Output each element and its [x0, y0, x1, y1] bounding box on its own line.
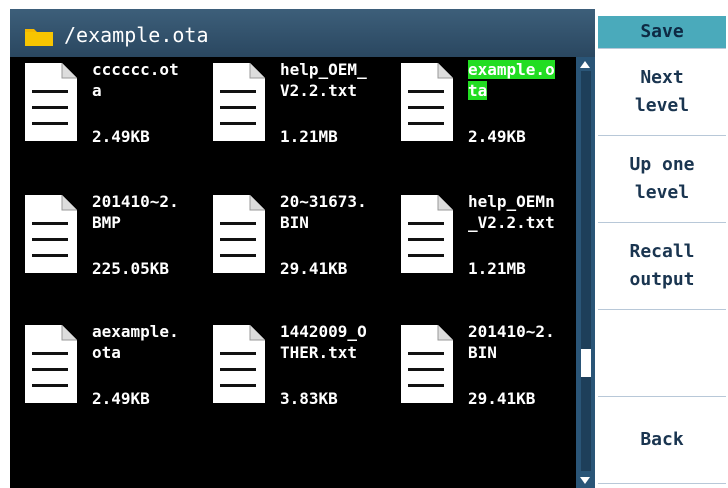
next-level-button[interactable]: Next level [598, 49, 726, 136]
file-size: 2.49KB [92, 127, 150, 146]
scroll-down-arrow-icon[interactable] [580, 477, 590, 484]
file-size: 1.21MB [468, 259, 526, 278]
document-icon [25, 325, 77, 403]
scrollbar-thumb[interactable] [581, 349, 591, 377]
path-bar: /example.ota [10, 9, 595, 57]
file-name: 20~31673. BIN [280, 192, 367, 232]
document-icon [213, 63, 265, 141]
file-size: 1.21MB [280, 127, 338, 146]
file-item[interactable]: help_OEMn _V2.2.txt 1.21MB [386, 189, 574, 309]
file-item[interactable]: 20~31673. BIN 29.41KB [198, 189, 386, 309]
file-name: help_OEM_ V2.2.txt [280, 60, 367, 100]
file-item[interactable]: cccccc.ot a 2.49KB [10, 57, 198, 177]
folder-icon [25, 29, 53, 46]
menu-title-save: Save [598, 16, 726, 49]
file-size: 225.05KB [92, 259, 170, 278]
document-icon [213, 325, 265, 403]
file-item[interactable]: 201410~2. BMP 225.05KB [10, 189, 198, 309]
document-icon [401, 63, 453, 141]
file-item[interactable]: example.o ta 2.49KB [386, 57, 574, 177]
file-name: help_OEMn _V2.2.txt [468, 192, 555, 232]
up-one-level-button[interactable]: Up one level [598, 136, 726, 223]
file-grid: cccccc.ot a 2.49KB help_OEM_ V2.2.txt 1.21M… [10, 57, 576, 476]
softkey-menu: Save Next level Up one level Recall outp… [598, 0, 728, 488]
scrollbar[interactable] [576, 57, 595, 488]
document-icon [25, 195, 77, 273]
document-icon [401, 195, 453, 273]
file-name: 201410~2. BIN [468, 322, 555, 362]
file-name: aexample. ota [92, 322, 179, 362]
recall-output-button[interactable]: Recall output [598, 223, 726, 310]
file-size: 3.83KB [280, 389, 338, 408]
file-size: 29.41KB [468, 389, 536, 408]
file-size: 2.49KB [92, 389, 150, 408]
scrollbar-track[interactable] [581, 71, 591, 471]
file-name: 201410~2. BMP [92, 192, 179, 232]
file-name: example.o ta [468, 60, 555, 100]
file-item[interactable]: aexample. ota 2.49KB [10, 319, 198, 439]
blank-softkey[interactable] [598, 310, 726, 397]
file-item[interactable]: 201410~2. BIN 29.41KB [386, 319, 574, 439]
document-icon [401, 325, 453, 403]
file-item[interactable]: 1442009_O THER.txt 3.83KB [198, 319, 386, 439]
current-path: /example.ota [64, 23, 209, 47]
file-item[interactable]: help_OEM_ V2.2.txt 1.21MB [198, 57, 386, 177]
document-icon [213, 195, 265, 273]
scroll-up-arrow-icon[interactable] [580, 61, 590, 68]
document-icon [25, 63, 77, 141]
back-button[interactable]: Back [598, 397, 726, 484]
file-size: 29.41KB [280, 259, 348, 278]
file-grid-footer [10, 476, 576, 488]
file-size: 2.49KB [468, 127, 526, 146]
file-name: cccccc.ot a [92, 60, 179, 100]
file-browser-screen: /example.ota cccccc.ot a 2.49KB help_OEM_ … [0, 0, 728, 488]
file-name: 1442009_O THER.txt [280, 322, 367, 362]
